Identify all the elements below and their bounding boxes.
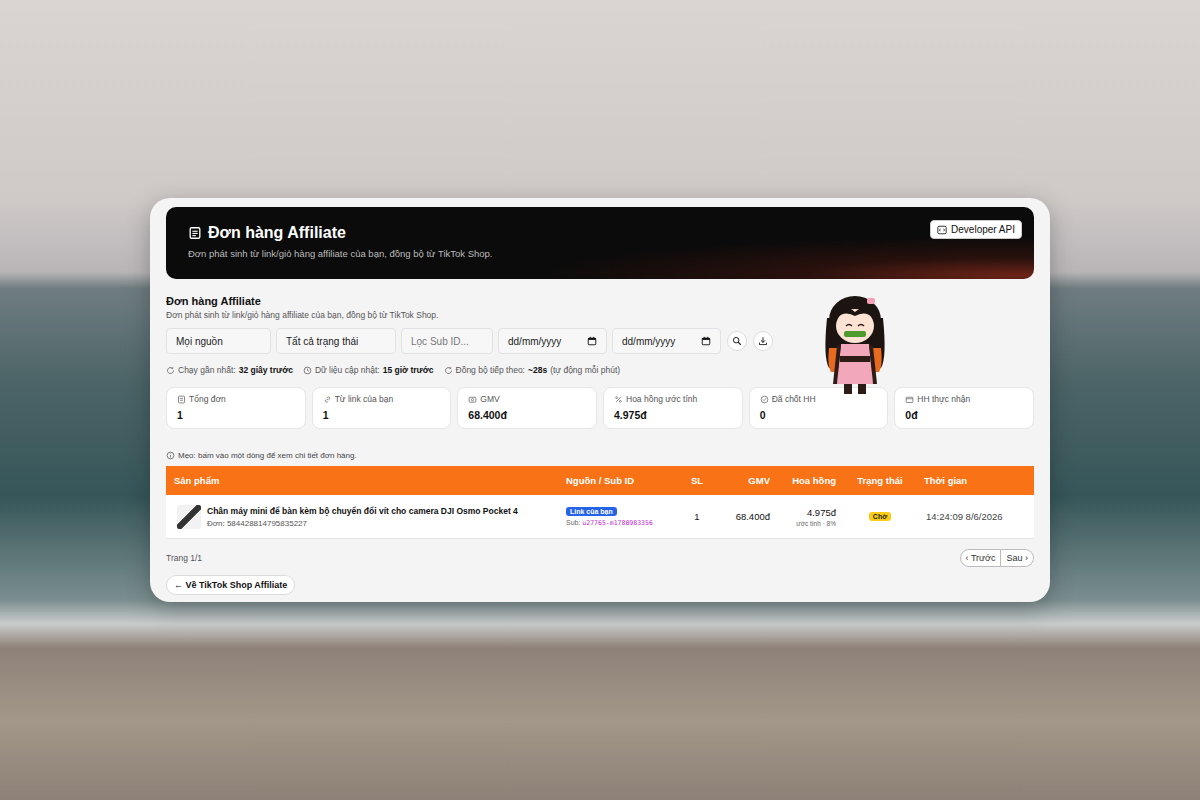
time-cell: 14:24:09 8/6/2026 <box>916 495 1034 538</box>
stats-row: Tổng đơn 1 Từ link của bạn 1 GMV 68.400đ… <box>166 387 1034 429</box>
sync-status-bar: Chạy gần nhất: 32 giây trước Dữ liệu cập… <box>166 365 1034 375</box>
download-icon <box>758 336 768 346</box>
column-header: GMV <box>716 466 778 495</box>
product-thumbnail <box>177 505 201 529</box>
search-button[interactable] <box>727 331 747 351</box>
date-to-input[interactable]: dd/mm/yyyy <box>612 328 721 354</box>
order-id: Đơn: 584428814795835227 <box>207 519 518 528</box>
stat-card: Từ link của bạn 1 <box>312 387 452 429</box>
search-icon <box>732 336 742 346</box>
wallet-icon <box>905 395 914 404</box>
percent-icon <box>614 395 623 404</box>
sync-status-item: Dữ liệu cập nhật: 15 giờ trước <box>303 365 434 375</box>
table-header: Sản phẩmNguồn / Sub IDSLGMVHoa hồngTrạng… <box>166 466 1034 495</box>
gmv-cell: 68.400đ <box>716 495 778 538</box>
sync-status-item: Đồng bộ tiếp theo: ~28s (tự động mỗi phú… <box>444 365 621 375</box>
beach-photo-background: Đơn hàng Affiliate Đơn phát sinh từ link… <box>0 0 1200 800</box>
sub-id-input[interactable]: Lọc Sub ID... <box>401 328 493 354</box>
page-header: Đơn hàng Affiliate Đơn phát sinh từ link… <box>166 207 1034 279</box>
check-icon <box>760 395 769 404</box>
date-from-input[interactable]: dd/mm/yyyy <box>498 328 607 354</box>
list-icon <box>177 395 186 404</box>
code-icon <box>937 225 947 235</box>
status-badge: Chờ <box>869 512 891 521</box>
page-title: Đơn hàng Affiliate <box>188 224 493 242</box>
orders-card: Đơn hàng Affiliate Đơn phát sinh từ link… <box>150 198 1050 602</box>
stat-card: Hoa hồng ước tính 4.975đ <box>603 387 743 429</box>
calendar-icon <box>587 336 597 346</box>
stat-card: Đã chốt HH 0 <box>749 387 889 429</box>
column-header: Nguồn / Sub ID <box>558 466 678 495</box>
quantity-cell: 1 <box>678 495 716 538</box>
mascot-sticker <box>815 288 895 398</box>
clock-icon <box>303 366 312 375</box>
page-subtitle: Đơn phát sinh từ link/giỏ hàng affiliate… <box>188 248 493 259</box>
pagination: Trang 1/1 ‹ Trước Sau › <box>166 549 1034 567</box>
product-name: Chân máy mini để bàn kèm bộ chuyển đổi v… <box>207 506 518 516</box>
sub-id: Sub: u27765-m1780983356 <box>566 519 653 527</box>
sync-icon <box>444 366 453 375</box>
refresh-icon <box>166 366 175 375</box>
cash-icon <box>468 395 477 404</box>
status-select[interactable]: Tất cả trạng thái <box>276 328 396 354</box>
stat-card: GMV 68.400đ <box>457 387 597 429</box>
commission-value: 4.975đ <box>807 507 836 518</box>
orders-table: Sản phẩmNguồn / Sub IDSLGMVHoa hồngTrạng… <box>166 466 1034 539</box>
link-icon <box>323 395 332 404</box>
column-header: SL <box>678 466 716 495</box>
calendar-icon <box>701 336 711 346</box>
column-header: Thời gian <box>916 466 1034 495</box>
stat-card: Tổng đơn 1 <box>166 387 306 429</box>
stat-card: HH thực nhận 0đ <box>894 387 1034 429</box>
tip-text: Mẹo: bấm vào một dòng để xem chi tiết đơ… <box>166 451 1034 460</box>
source-select[interactable]: Mọi nguồn <box>166 328 271 354</box>
download-button[interactable] <box>753 331 773 351</box>
page-indicator: Trang 1/1 <box>166 553 202 563</box>
back-button[interactable]: ← Về TikTok Shop Affiliate <box>166 575 295 595</box>
sync-status-item: Chạy gần nhất: 32 giây trước <box>166 365 293 375</box>
column-header: Hoa hồng <box>778 466 844 495</box>
section-title: Đơn hàng Affiliate <box>166 295 1034 307</box>
next-page-button[interactable]: Sau › <box>1001 549 1034 567</box>
document-icon <box>188 226 202 240</box>
filter-bar: Mọi nguồn Tất cả trạng thái Lọc Sub ID..… <box>166 328 1034 354</box>
developer-api-button[interactable]: Developer API <box>930 220 1022 239</box>
source-badge: Link của bạn <box>566 507 617 516</box>
table-row[interactable]: Chân máy mini để bàn kèm bộ chuyển đổi v… <box>166 495 1034 539</box>
previous-page-button[interactable]: ‹ Trước <box>960 549 1002 567</box>
column-header: Trạng thái <box>844 466 916 495</box>
commission-note: ước tính · 8% <box>796 520 836 527</box>
column-header: Sản phẩm <box>166 466 558 495</box>
section-subtitle: Đơn phát sinh từ link/giỏ hàng affiliate… <box>166 310 1034 320</box>
info-icon <box>166 451 175 460</box>
